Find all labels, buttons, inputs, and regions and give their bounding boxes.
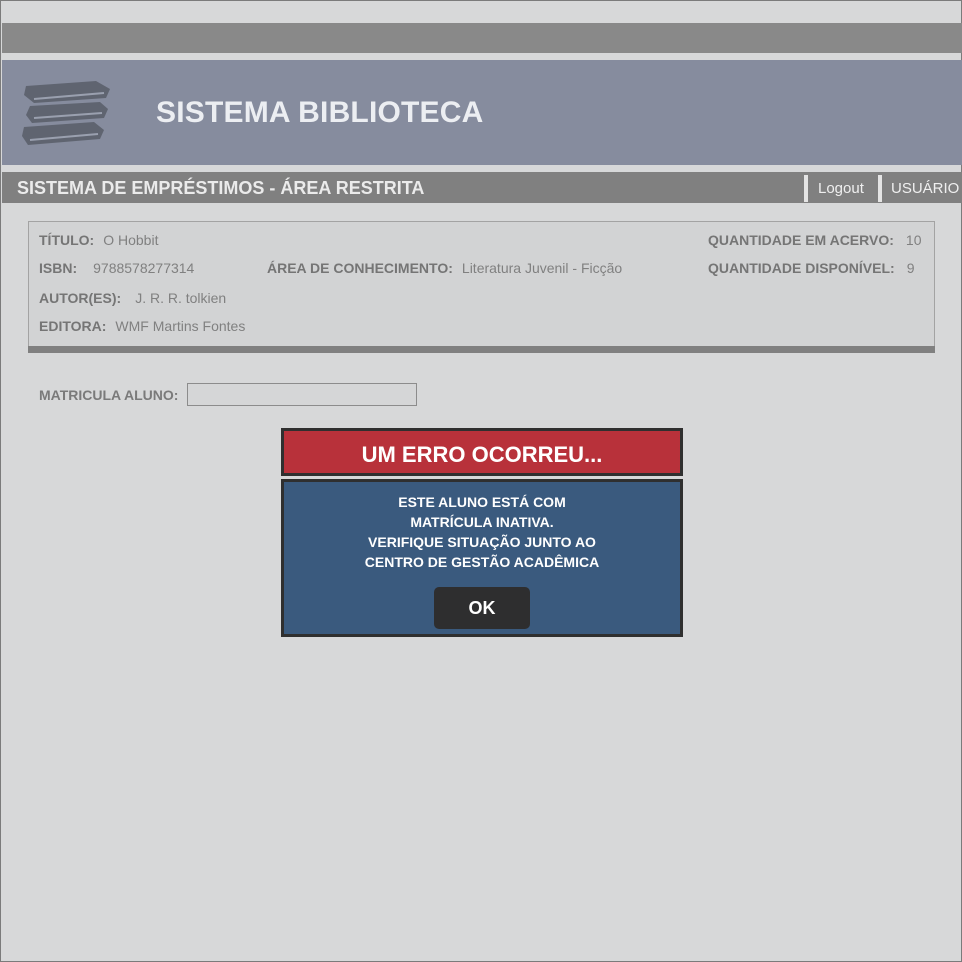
error-message-line: ESTE ALUNO ESTÁ COM xyxy=(398,494,566,510)
error-dialog-title: UM ERRO OCORREU... xyxy=(361,442,603,467)
stock-field: QUANTIDADE EM ACERVO: 10 xyxy=(708,232,921,248)
error-dialog-header: UM ERRO OCORREU... xyxy=(281,428,683,476)
logout-link[interactable]: Logout xyxy=(818,180,864,197)
title-field: TÍTULO: O Hobbit xyxy=(39,232,158,248)
area-label: ÁREA DE CONHECIMENTO: xyxy=(267,260,453,276)
nav-separator xyxy=(878,175,882,202)
author-value: J. R. R. tolkien xyxy=(135,290,227,306)
area-field: ÁREA DE CONHECIMENTO: Literatura Juvenil … xyxy=(267,260,622,276)
matricula-label: MATRICULA ALUNO: xyxy=(39,387,179,403)
error-dialog-body: ESTE ALUNO ESTÁ COM MATRÍCULA INATIVA. V… xyxy=(281,479,683,637)
app-window: SISTEMA BIBLIOTECA SISTEMA DE EMPRÉSTIMO… xyxy=(0,0,962,962)
error-message-line: MATRÍCULA INATIVA. xyxy=(410,514,554,530)
publisher-label: EDITORA: xyxy=(39,318,107,334)
ok-button[interactable]: OK xyxy=(434,587,530,629)
error-message: ESTE ALUNO ESTÁ COM MATRÍCULA INATIVA. V… xyxy=(284,492,680,572)
nav-separator xyxy=(804,175,808,202)
error-message-line: VERIFIQUE SITUAÇÃO JUNTO AO xyxy=(368,534,596,550)
app-title: SISTEMA BIBLIOTECA xyxy=(156,96,484,129)
publisher-field: EDITORA: WMF Martins Fontes xyxy=(39,318,245,334)
user-menu-link[interactable]: USUÁRIO xyxy=(891,180,959,197)
isbn-field: ISBN: 9788578277314 xyxy=(39,260,194,276)
section-title: SISTEMA DE EMPRÉSTIMOS - ÁREA RESTRITA xyxy=(17,178,425,198)
error-message-line: CENTRO DE GESTÃO ACADÊMICA xyxy=(364,554,600,570)
isbn-label: ISBN: xyxy=(39,260,78,276)
author-field: AUTOR(ES): J. R. R. tolkien xyxy=(39,290,226,306)
top-bar xyxy=(2,23,962,53)
available-label: QUANTIDADE DISPONÍVEL: xyxy=(708,260,895,276)
books-stack-icon xyxy=(22,81,110,145)
stock-label: QUANTIDADE EM ACERVO: xyxy=(708,232,894,248)
matricula-input[interactable] xyxy=(187,383,417,406)
stock-value: 10 xyxy=(905,232,922,248)
author-label: AUTOR(ES): xyxy=(39,290,122,306)
book-info-panel: TÍTULO: O Hobbit ISBN: 9788578277314 ÁREA … xyxy=(28,221,935,347)
available-value: 9 xyxy=(906,260,915,276)
nav-bar: SISTEMA DE EMPRÉSTIMOS - ÁREA RESTRITA L… xyxy=(2,172,962,203)
title-label: TÍTULO: xyxy=(39,232,95,248)
available-field: QUANTIDADE DISPONÍVEL: 9 xyxy=(708,260,914,276)
isbn-value: 9788578277314 xyxy=(93,260,195,276)
title-value: O Hobbit xyxy=(103,232,159,248)
info-panel-footer xyxy=(28,346,935,353)
header: SISTEMA BIBLIOTECA xyxy=(2,60,962,165)
area-value: Literatura Juvenil - Ficção xyxy=(461,260,623,276)
publisher-value: WMF Martins Fontes xyxy=(115,318,246,334)
